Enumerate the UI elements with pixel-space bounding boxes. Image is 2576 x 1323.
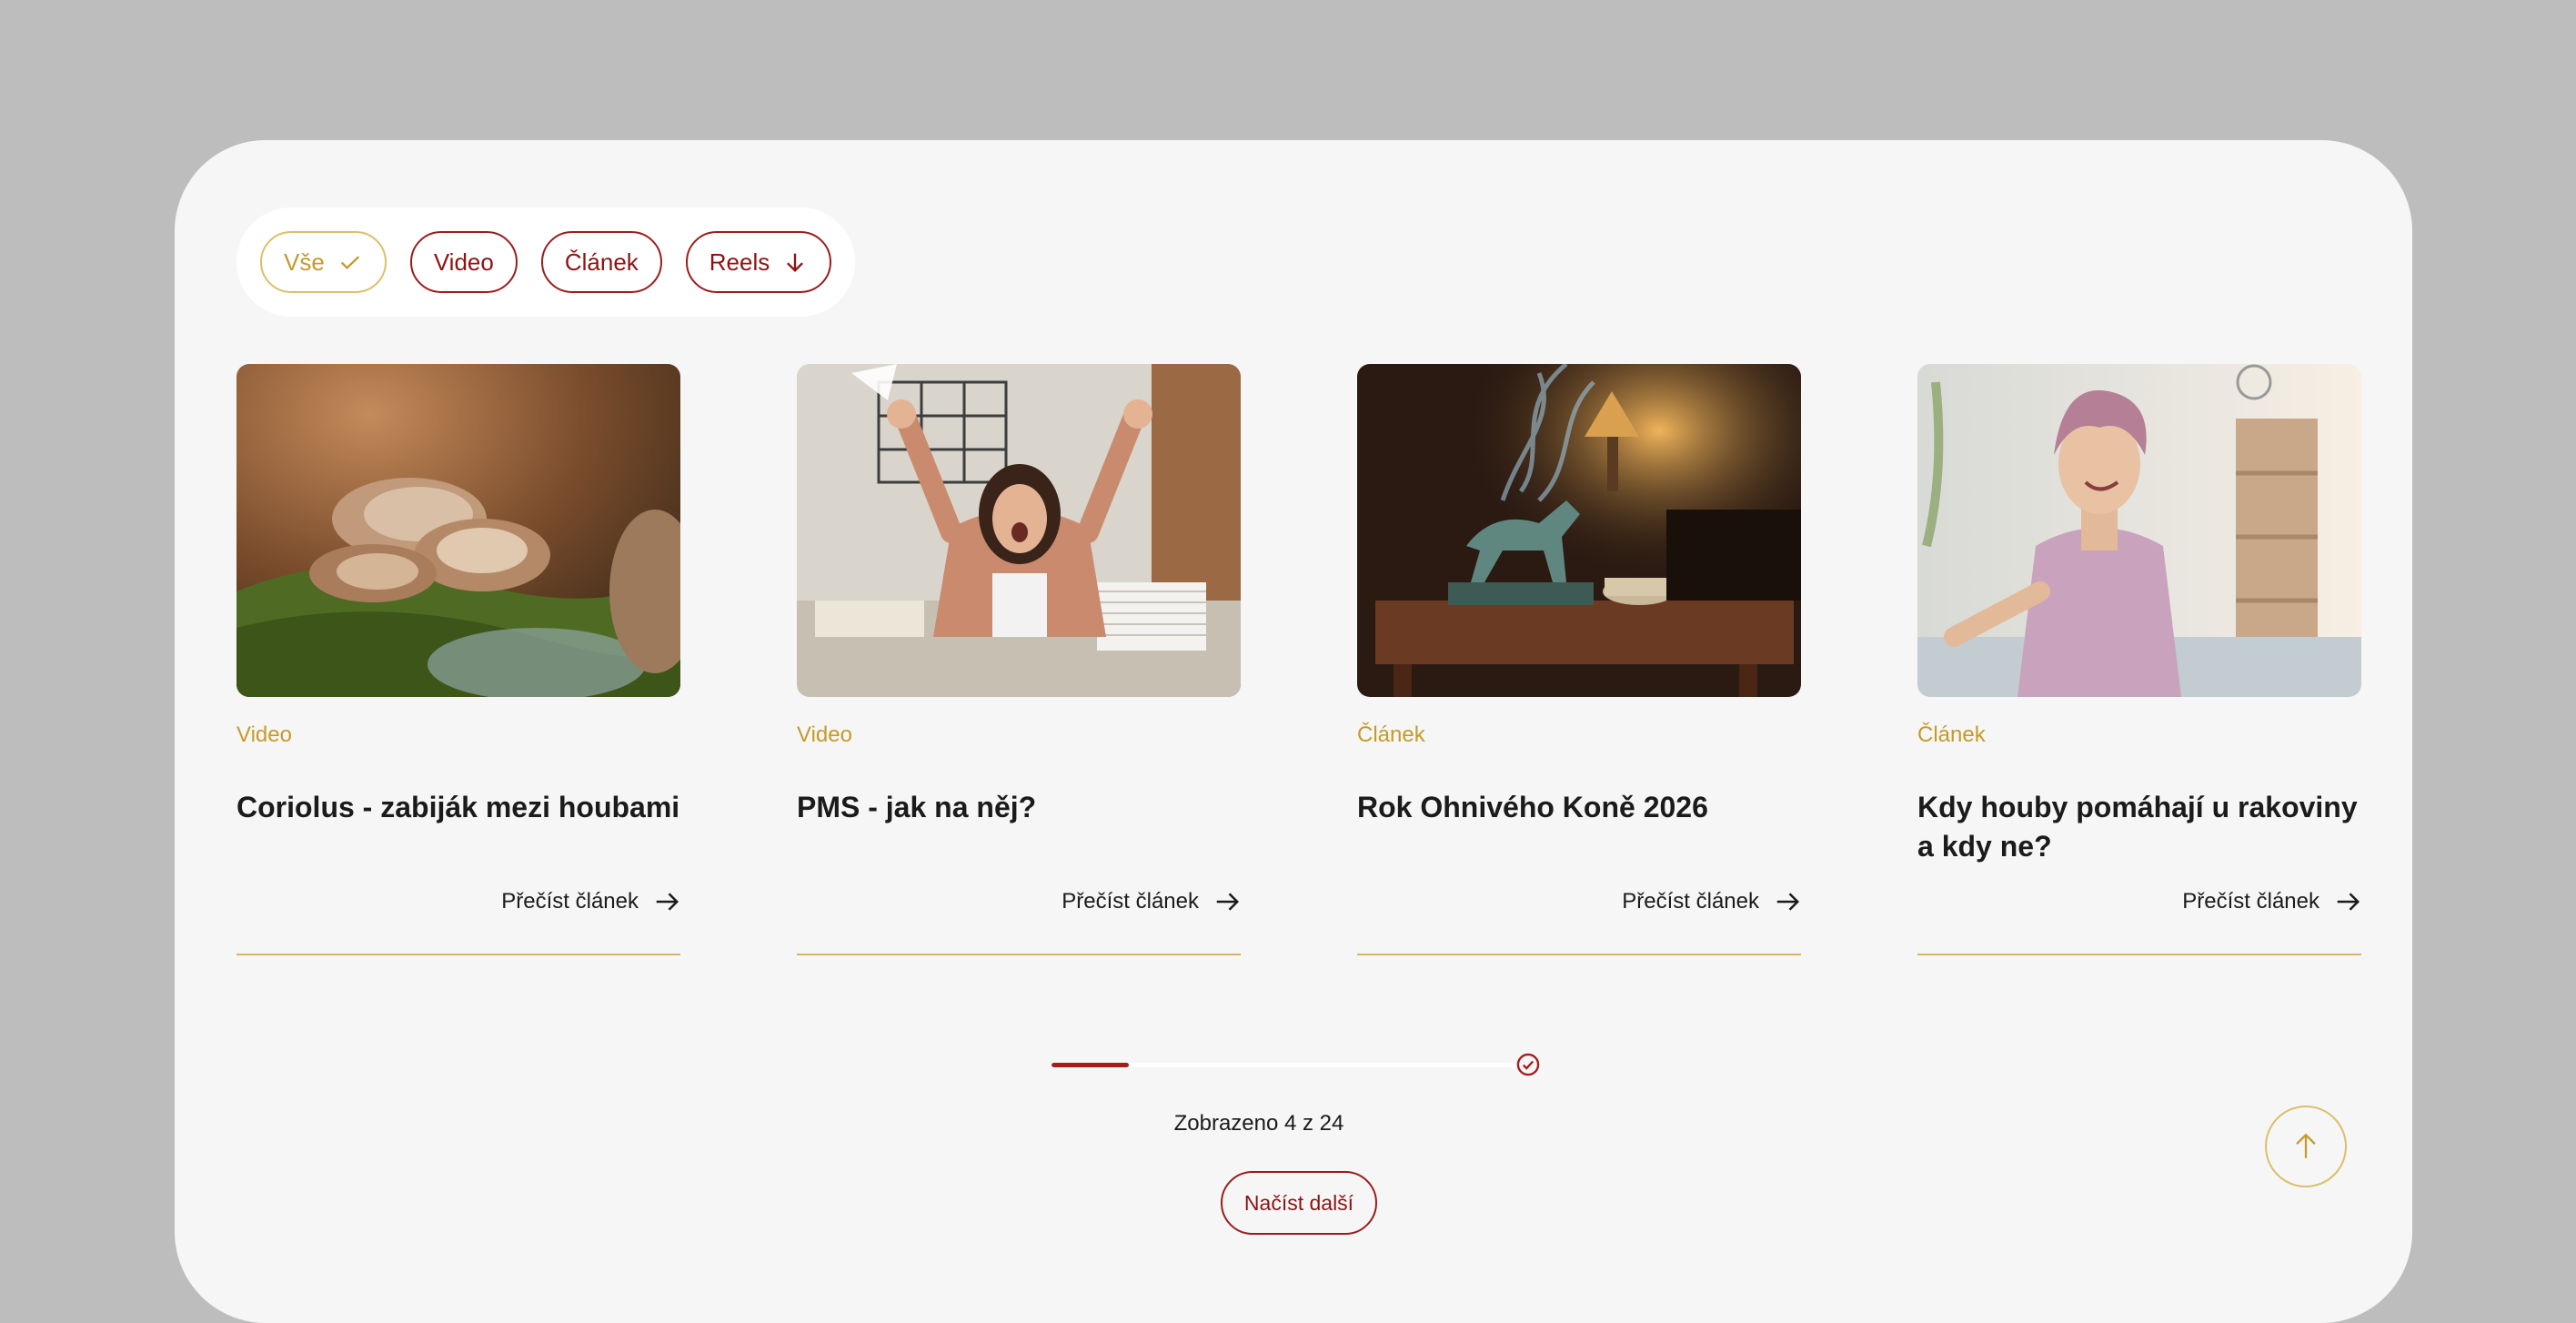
card-image[interactable]: [1357, 364, 1801, 697]
filter-article[interactable]: Článek: [540, 231, 662, 293]
article-card[interactable]: Článek Rok Ohnivého Koně 2026 Přečíst čl…: [1357, 364, 1801, 955]
filter-reels[interactable]: Reels: [685, 231, 832, 293]
arrow-down-icon: [787, 253, 804, 272]
arrow-right-icon: [2337, 893, 2360, 911]
card-category: Video: [797, 722, 852, 747]
card-category: Článek: [1357, 722, 1425, 747]
mushroom-photo: [236, 364, 680, 697]
progress-track: [1052, 1063, 1515, 1067]
read-article-label: Přečíst článek: [501, 889, 639, 914]
check-circle-icon: [1516, 1053, 1540, 1076]
content-panel: Vše Video Článek Reels Video Coriolus - …: [175, 140, 2412, 1323]
filter-bar: Vše Video Článek Reels: [236, 207, 856, 317]
check-icon: [340, 256, 359, 270]
card-category: Článek: [1917, 722, 1986, 747]
read-article-label: Přečíst článek: [2182, 889, 2319, 914]
filter-video[interactable]: Video: [409, 231, 518, 293]
arrow-up-icon: [2296, 1133, 2316, 1158]
read-article-link[interactable]: Přečíst článek: [501, 888, 680, 915]
arrow-right-icon: [656, 893, 679, 911]
filter-all[interactable]: Vše: [260, 231, 387, 293]
arrow-right-icon: [1776, 893, 1800, 911]
filter-reels-label: Reels: [709, 247, 770, 276]
read-article-link[interactable]: Přečíst článek: [1062, 888, 1241, 915]
card-title[interactable]: Kdy houby pomáhají u rakoviny a kdy ne?: [1917, 788, 2361, 866]
shown-count: Zobrazeno 4 z 24: [1173, 1111, 1344, 1136]
card-image[interactable]: [797, 364, 1241, 697]
load-progress: [1052, 1051, 1543, 1078]
smiling-woman-photo: [1917, 364, 2361, 697]
card-title[interactable]: Rok Ohnivého Koně 2026: [1357, 788, 1801, 827]
card-image[interactable]: [1917, 364, 2361, 697]
read-article-link[interactable]: Přečíst článek: [1622, 888, 1801, 915]
scroll-to-top-button[interactable]: [2265, 1106, 2347, 1187]
read-article-label: Přečíst článek: [1062, 889, 1199, 914]
filter-video-label: Video: [433, 247, 494, 276]
card-image[interactable]: [236, 364, 680, 697]
card-title[interactable]: PMS - jak na něj?: [797, 788, 1241, 827]
article-card[interactable]: Článek Kdy houby pomáhají u rakoviny a k…: [1917, 364, 2361, 955]
arrow-right-icon: [1216, 893, 1240, 911]
card-category: Video: [236, 722, 292, 747]
article-card[interactable]: Video PMS - jak na něj? Přečíst článek: [797, 364, 1241, 955]
card-divider: [797, 954, 1241, 955]
progress-fill: [1052, 1063, 1130, 1067]
read-article-label: Přečíst článek: [1622, 889, 1759, 914]
card-divider: [1357, 954, 1801, 955]
office-woman-photo: [797, 364, 1241, 697]
filter-all-label: Vše: [284, 247, 325, 276]
card-divider: [236, 954, 680, 955]
card-divider: [1917, 954, 2361, 955]
horse-incense-photo: [1357, 364, 1801, 697]
read-article-link[interactable]: Přečíst článek: [2182, 888, 2361, 915]
article-card[interactable]: Video Coriolus - zabiják mezi houbami Př…: [236, 364, 680, 955]
card-title[interactable]: Coriolus - zabiják mezi houbami: [236, 788, 680, 827]
filter-article-label: Článek: [564, 247, 639, 276]
load-more-button[interactable]: Načíst další: [1221, 1171, 1377, 1235]
